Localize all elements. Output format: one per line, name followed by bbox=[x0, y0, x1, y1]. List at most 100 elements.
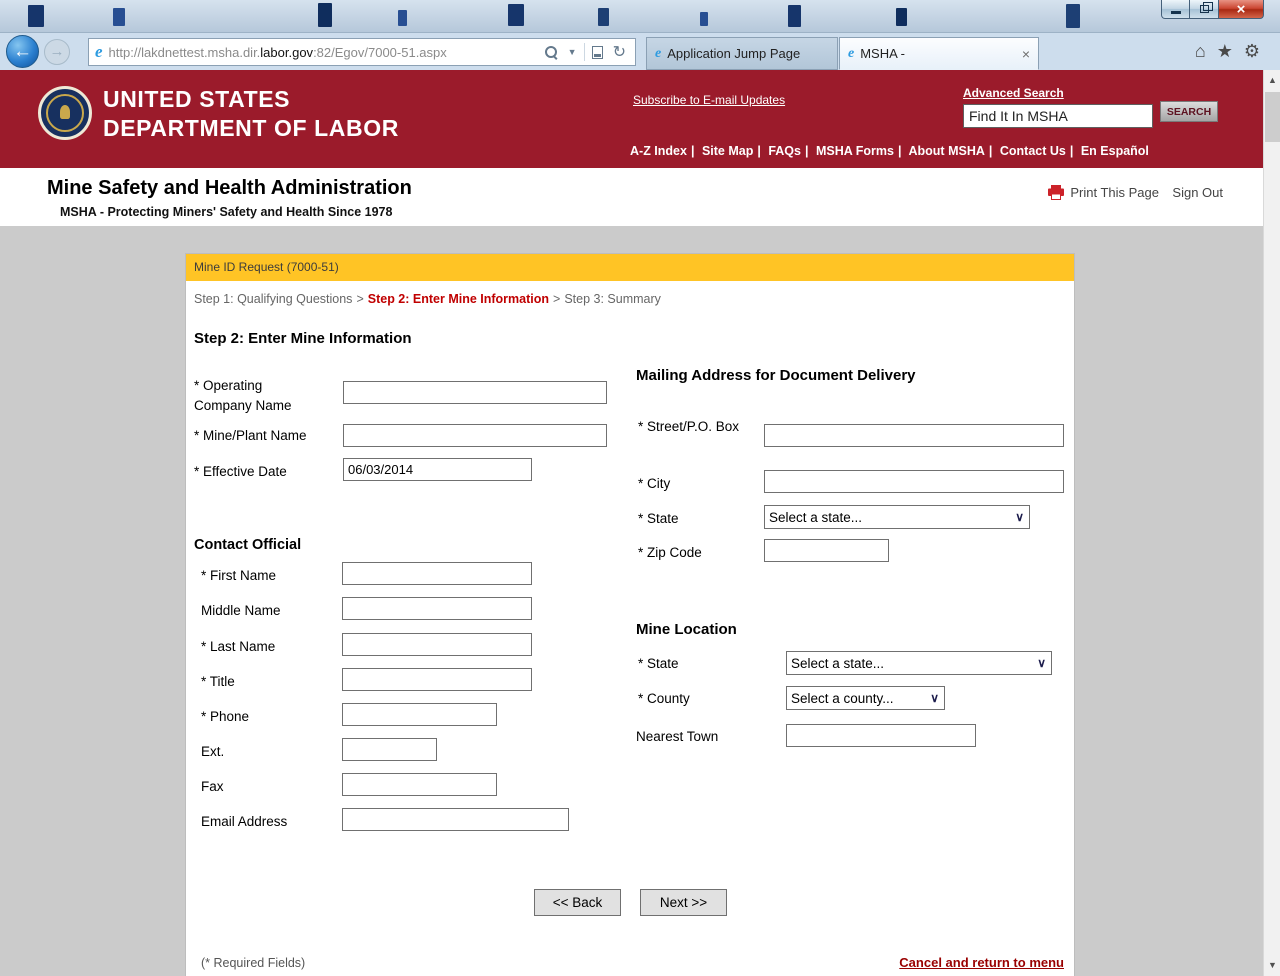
back-step-button[interactable]: << Back bbox=[534, 889, 621, 916]
browser-window: × ← → e http://lakdnettest.msha.dir.labo… bbox=[0, 0, 1280, 976]
next-step-button[interactable]: Next >> bbox=[640, 889, 727, 916]
favorites-button[interactable]: ★ bbox=[1217, 41, 1233, 61]
location-state-select[interactable]: Select a state... ∨ bbox=[786, 651, 1052, 675]
back-icon: ← bbox=[13, 41, 32, 62]
print-page-link[interactable]: Print This Page bbox=[1048, 185, 1159, 200]
location-state-label: * State bbox=[638, 654, 679, 674]
tab-close-icon[interactable]: × bbox=[1022, 47, 1030, 61]
nav-link-en-espanol[interactable]: En Español bbox=[1081, 144, 1149, 158]
nav-separator: | bbox=[1066, 144, 1078, 158]
tab-application-jump-page[interactable]: e Application Jump Page bbox=[646, 37, 838, 70]
last-name-input[interactable] bbox=[342, 633, 532, 656]
tab-msha[interactable]: e MSHA - × bbox=[839, 37, 1039, 70]
nearest-town-label: Nearest Town bbox=[636, 727, 718, 747]
address-search-button[interactable] bbox=[540, 46, 563, 59]
nearest-town-input[interactable] bbox=[786, 724, 976, 747]
select-arrow-icon: ∨ bbox=[1037, 656, 1046, 670]
url-text[interactable]: http://lakdnettest.msha.dir.labor.gov:82… bbox=[109, 45, 540, 60]
county-value: Select a county... bbox=[791, 691, 894, 706]
nav-separator: | bbox=[801, 144, 813, 158]
nav-separator: | bbox=[894, 144, 906, 158]
scrollbar-thumb[interactable] bbox=[1265, 92, 1280, 142]
nav-link-contact-us[interactable]: Contact Us bbox=[1000, 144, 1066, 158]
msha-search-button[interactable]: SEARCH bbox=[1160, 101, 1218, 122]
address-dropdown-button[interactable]: ▼ bbox=[563, 47, 582, 57]
minimize-icon bbox=[1171, 11, 1181, 14]
email-address-input[interactable] bbox=[342, 808, 569, 831]
site-tagline: MSHA - Protecting Miners' Safety and Hea… bbox=[60, 205, 392, 219]
first-name-input[interactable] bbox=[342, 562, 532, 585]
ext-input[interactable] bbox=[342, 738, 437, 761]
msha-search-input[interactable] bbox=[963, 104, 1153, 128]
url-prefix: http://lakdnettest.msha.dir. bbox=[109, 45, 261, 60]
breadcrumb-separator: > bbox=[549, 292, 564, 306]
zip-code-input[interactable] bbox=[764, 539, 889, 562]
page-title: Mine Safety and Health Administration bbox=[47, 177, 412, 200]
restore-icon bbox=[1200, 5, 1209, 13]
forward-icon: → bbox=[50, 43, 65, 60]
breadcrumb-step2: Step 2: Enter Mine Information bbox=[368, 292, 549, 306]
mailing-state-select[interactable]: Select a state... ∨ bbox=[764, 505, 1030, 529]
select-arrow-icon: ∨ bbox=[930, 691, 939, 705]
nav-link-faqs[interactable]: FAQs bbox=[768, 144, 801, 158]
breadcrumb-step1[interactable]: Step 1: Qualifying Questions bbox=[194, 292, 352, 306]
ext-label: Ext. bbox=[201, 742, 224, 762]
county-select[interactable]: Select a county... ∨ bbox=[786, 686, 945, 710]
step-heading: Step 2: Enter Mine Information bbox=[194, 330, 412, 347]
nav-separator: | bbox=[753, 144, 765, 158]
subscribe-updates-link[interactable]: Subscribe to E-mail Updates bbox=[633, 93, 785, 107]
home-icon: ⌂ bbox=[1195, 41, 1206, 61]
maximize-button[interactable] bbox=[1190, 0, 1219, 19]
close-icon: × bbox=[1237, 1, 1246, 18]
browser-chrome: ← → e http://lakdnettest.msha.dir.labor.… bbox=[0, 33, 1280, 70]
content-background: Mine ID Request (7000-51) Step 1: Qualif… bbox=[0, 226, 1263, 976]
title-label: * Title bbox=[201, 672, 235, 692]
desktop-artifact bbox=[700, 12, 708, 26]
nav-link-az-index[interactable]: A-Z Index bbox=[630, 144, 687, 158]
back-button[interactable]: ← bbox=[6, 35, 39, 68]
sign-out-link[interactable]: Sign Out bbox=[1172, 185, 1223, 200]
operating-company-input[interactable] bbox=[343, 381, 607, 404]
phone-input[interactable] bbox=[342, 703, 497, 726]
minimize-button[interactable] bbox=[1161, 0, 1190, 19]
desktop-artifact bbox=[318, 3, 332, 27]
form-banner: Mine ID Request (7000-51) bbox=[186, 254, 1074, 281]
nav-link-msha-forms[interactable]: MSHA Forms bbox=[816, 144, 894, 158]
city-input[interactable] bbox=[764, 470, 1064, 493]
scroll-down-button[interactable]: ▼ bbox=[1264, 957, 1280, 974]
mine-plant-label: * Mine/Plant Name bbox=[194, 426, 307, 446]
agency-line2: DEPARTMENT OF LABOR bbox=[103, 114, 399, 143]
nav-separator: | bbox=[985, 144, 997, 158]
masthead-nav: A-Z Index| Site Map| FAQs| MSHA Forms| A… bbox=[630, 144, 1202, 158]
middle-name-input[interactable] bbox=[342, 597, 532, 620]
mine-plant-input[interactable] bbox=[343, 424, 607, 447]
home-button[interactable]: ⌂ bbox=[1195, 41, 1206, 61]
divider bbox=[584, 43, 585, 61]
effective-date-input[interactable] bbox=[343, 458, 532, 481]
tab-label: Application Jump Page bbox=[667, 46, 800, 61]
operating-company-label: * Operating Company Name bbox=[194, 376, 314, 416]
last-name-label: * Last Name bbox=[201, 637, 275, 657]
address-bar[interactable]: e http://lakdnettest.msha.dir.labor.gov:… bbox=[88, 38, 636, 66]
desktop-artifact bbox=[1066, 4, 1080, 28]
effective-date-label: * Effective Date bbox=[194, 462, 287, 482]
title-input[interactable] bbox=[342, 668, 532, 691]
nav-link-about-msha[interactable]: About MSHA bbox=[909, 144, 985, 158]
compatibility-view-button[interactable] bbox=[587, 46, 608, 59]
advanced-search-link[interactable]: Advanced Search bbox=[963, 86, 1064, 100]
tools-button[interactable]: ⚙ bbox=[1244, 41, 1260, 61]
printer-icon bbox=[1048, 185, 1064, 200]
cancel-return-link[interactable]: Cancel and return to menu bbox=[899, 955, 1064, 970]
street-input[interactable] bbox=[764, 424, 1064, 447]
window-titlebar: × bbox=[0, 0, 1280, 33]
fax-input[interactable] bbox=[342, 773, 497, 796]
ie-tab-icon: e bbox=[848, 46, 854, 62]
refresh-button[interactable]: ↻ bbox=[608, 42, 631, 62]
vertical-scrollbar[interactable]: ▲ ▼ bbox=[1263, 70, 1280, 976]
scroll-up-button[interactable]: ▲ bbox=[1264, 72, 1280, 89]
chevron-down-icon: ▼ bbox=[568, 47, 577, 57]
form-panel: Mine ID Request (7000-51) Step 1: Qualif… bbox=[185, 253, 1075, 976]
close-button[interactable]: × bbox=[1219, 0, 1264, 19]
forward-button[interactable]: → bbox=[44, 39, 70, 65]
nav-link-site-map[interactable]: Site Map bbox=[702, 144, 753, 158]
